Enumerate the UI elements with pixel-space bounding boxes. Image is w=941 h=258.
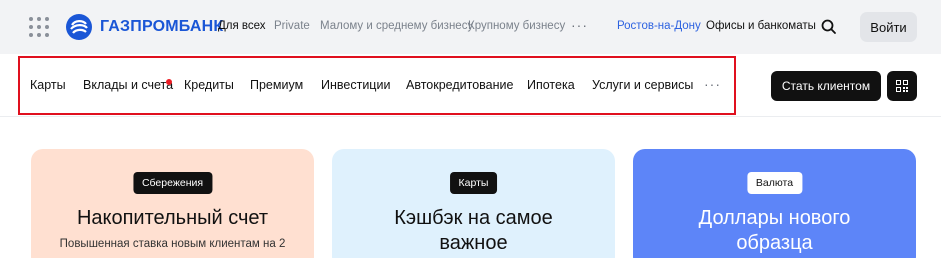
- nav-deposits[interactable]: Вклады и счета: [83, 78, 173, 92]
- top-bar: ГАЗПРОМБАНК Для всех Private Малому и ср…: [0, 0, 941, 54]
- qr-code-button[interactable]: [887, 71, 917, 101]
- promo-card-cashback[interactable]: Карты Кэшбэк на самое важное: [332, 149, 615, 258]
- nav-more-icon[interactable]: ···: [704, 76, 721, 92]
- nav-credits[interactable]: Кредиты: [184, 78, 234, 92]
- nav-auto-loans[interactable]: Автокредитование: [406, 78, 513, 92]
- offices-link[interactable]: Офисы и банкоматы: [706, 20, 816, 32]
- promo-card-savings[interactable]: Сбережения Накопительный счет Повышенная…: [31, 149, 314, 258]
- card-badge: Карты: [449, 172, 498, 194]
- nav-investments[interactable]: Инвестиции: [321, 78, 390, 92]
- card-title: Доллары нового образца: [698, 207, 851, 254]
- topnav-large-business[interactable]: Крупному бизнесу: [468, 20, 565, 32]
- topnav-more-icon[interactable]: ···: [571, 17, 588, 33]
- become-client-button[interactable]: Стать клиентом: [771, 71, 881, 101]
- qr-code-icon: [896, 80, 908, 92]
- search-icon[interactable]: [820, 18, 838, 36]
- nav-mortgage[interactable]: Ипотека: [527, 78, 575, 92]
- card-title: Кэшбэк на самое важное: [394, 207, 553, 254]
- card-title: Накопительный счет: [76, 207, 269, 229]
- brand-logo[interactable]: ГАЗПРОМБАНК: [65, 13, 223, 41]
- card-badge: Валюта: [746, 172, 803, 194]
- topnav-for-all[interactable]: Для всех: [218, 20, 266, 32]
- nav-premium[interactable]: Премиум: [250, 78, 303, 92]
- apps-grid-icon[interactable]: [29, 17, 49, 37]
- card-subtitle: Повышенная ставка новым клиентам на 2: [59, 238, 286, 250]
- city-selector[interactable]: Ростов-на-Дону: [617, 20, 701, 32]
- topnav-private[interactable]: Private: [274, 20, 310, 32]
- login-button[interactable]: Войти: [860, 12, 917, 42]
- nav-services[interactable]: Услуги и сервисы: [592, 78, 693, 92]
- promo-card-currency[interactable]: Валюта Доллары нового образца: [633, 149, 916, 258]
- nav-cards[interactable]: Карты: [30, 78, 66, 92]
- gazprombank-logo-icon: [66, 14, 92, 40]
- card-badge: Сбережения: [132, 172, 213, 194]
- brand-name: ГАЗПРОМБАНК: [100, 18, 224, 35]
- notification-dot: [166, 79, 172, 85]
- nav-divider: [0, 116, 941, 117]
- topnav-small-business[interactable]: Малому и среднему бизнесу: [320, 20, 473, 32]
